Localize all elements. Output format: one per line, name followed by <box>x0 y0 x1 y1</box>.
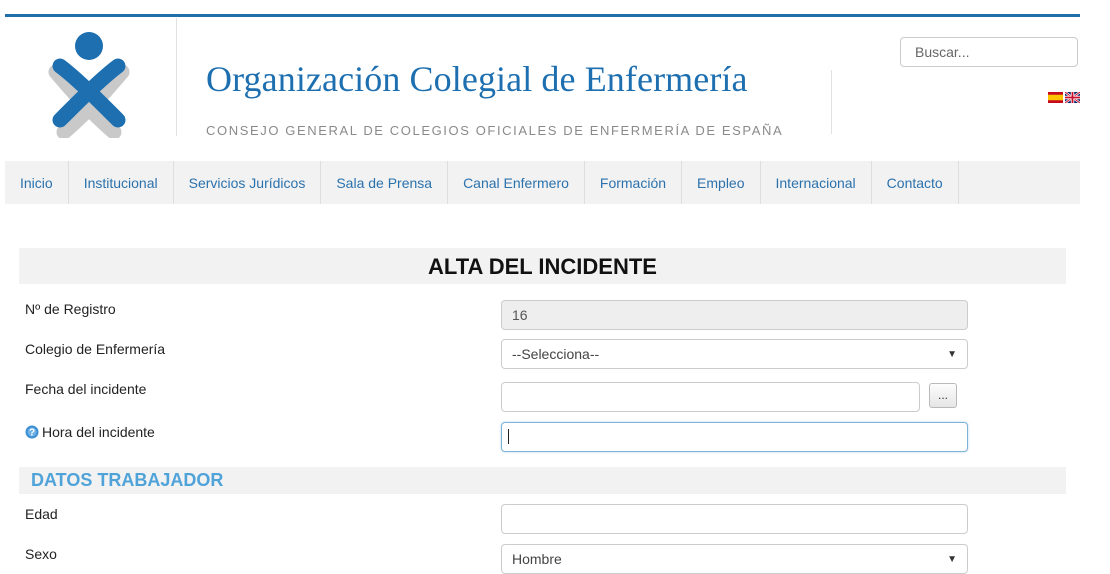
sexo-select-value: Hombre <box>512 551 562 567</box>
fecha-label: Fecha del incidente <box>25 381 147 397</box>
nav-item-inicio[interactable]: Inicio <box>5 161 69 204</box>
colegio-select[interactable]: --Selecciona-- ▼ <box>501 339 968 369</box>
nav-item-empleo[interactable]: Empleo <box>682 161 761 204</box>
colegio-select-value: --Selecciona-- <box>512 346 600 362</box>
nav-item-institucional[interactable]: Institucional <box>69 161 174 204</box>
edad-label: Edad <box>25 506 58 522</box>
site-title[interactable]: Organización Colegial de Enfermería <box>206 58 748 100</box>
date-picker-button[interactable]: ... <box>929 383 957 408</box>
es-flag-icon[interactable] <box>1048 92 1063 103</box>
hora-label: Hora del incidente <box>42 424 155 440</box>
nav-item-contacto[interactable]: Contacto <box>872 161 959 204</box>
uk-flag-icon[interactable] <box>1065 92 1080 103</box>
search-input[interactable] <box>900 37 1078 67</box>
form-title: ALTA DEL INCIDENTE <box>19 248 1066 284</box>
chevron-down-icon: ▼ <box>947 553 957 565</box>
registro-field: 16 <box>501 300 968 330</box>
svg-text:?: ? <box>29 428 35 439</box>
nav-item-canal-enfermero[interactable]: Canal Enfermero <box>448 161 585 204</box>
header-divider <box>831 70 832 134</box>
hora-input[interactable] <box>501 422 968 452</box>
site-subtitle: CONSEJO GENERAL DE COLEGIOS OFICIALES DE… <box>206 123 784 138</box>
language-selector <box>1048 92 1080 103</box>
nav-item-sala-de-prensa[interactable]: Sala de Prensa <box>321 161 449 204</box>
help-icon[interactable]: ? <box>25 425 39 439</box>
nav-item-formacion[interactable]: Formación <box>585 161 683 204</box>
nav-item-internacional[interactable]: Internacional <box>761 161 872 204</box>
top-rule <box>5 14 1080 17</box>
edad-input[interactable] <box>501 504 968 534</box>
nurse-cross-logo[interactable] <box>44 28 134 138</box>
main-nav: Inicio Institucional Servicios Jurídicos… <box>5 161 1080 204</box>
colegio-label: Colegio de Enfermería <box>25 341 166 357</box>
fecha-input[interactable] <box>501 382 920 412</box>
nav-item-servicios-juridicos[interactable]: Servicios Jurídicos <box>174 161 322 204</box>
chevron-down-icon: ▼ <box>947 348 957 360</box>
hora-label-container: ? Hora del incidente <box>25 424 155 440</box>
section-title-datos-trabajador: DATOS TRABAJADOR <box>19 467 1066 494</box>
text-cursor <box>508 429 509 444</box>
header-divider <box>176 18 177 136</box>
registro-label: Nº de Registro <box>25 301 116 317</box>
sexo-label: Sexo <box>25 546 57 562</box>
